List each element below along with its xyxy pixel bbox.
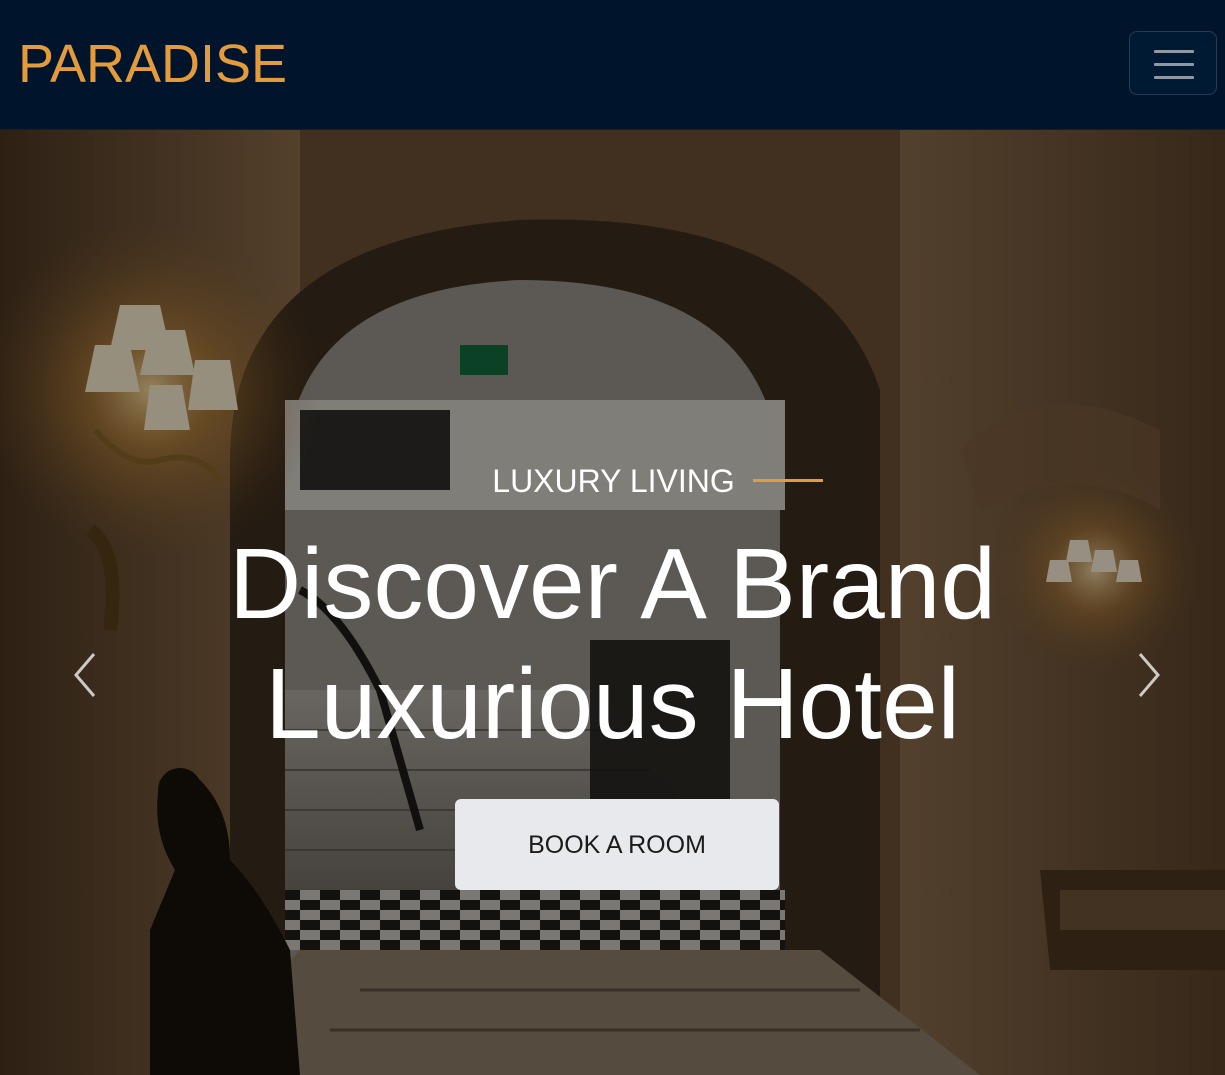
hero-headline: Discover A Brand Luxurious Hotel	[0, 524, 1225, 764]
hero-headline-line1: Discover A Brand	[228, 528, 997, 640]
hero-headline-line2: Luxurious Hotel	[265, 648, 960, 760]
chevron-left-icon[interactable]	[66, 650, 106, 700]
hero-eyebrow-text: LUXURY LIVING	[492, 462, 735, 499]
chevron-right-icon[interactable]	[1128, 650, 1168, 700]
brand-logo[interactable]: PARADISE	[18, 30, 287, 98]
navbar-toggler-button[interactable]	[1129, 31, 1217, 95]
accent-line	[752, 479, 823, 483]
hamburger-menu-icon	[1154, 50, 1194, 80]
hero-eyebrow: LUXURY LIVING	[0, 460, 1225, 499]
hero-carousel: LUXURY LIVING Discover A Brand Luxurious…	[0, 130, 1225, 1075]
book-a-room-button[interactable]: BOOK A ROOM	[455, 799, 779, 890]
navbar: PARADISE	[0, 0, 1225, 130]
